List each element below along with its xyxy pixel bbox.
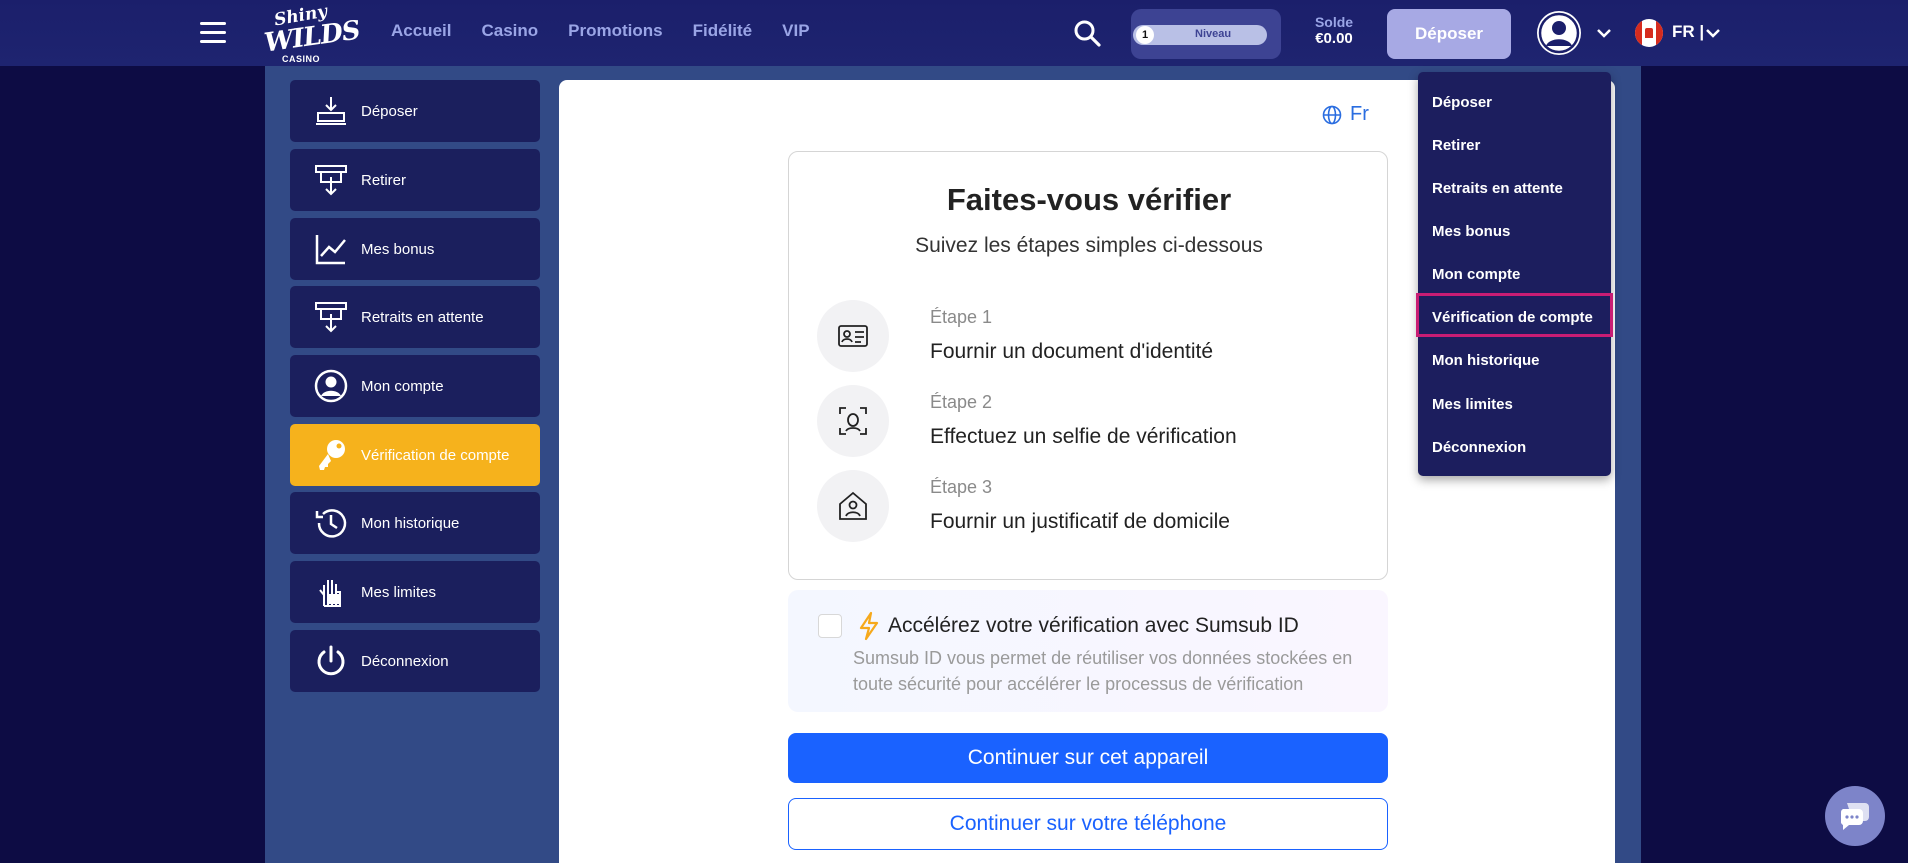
balance-value: €0.00 — [1315, 30, 1353, 47]
step-item: Étape 1 Fournir un document d'identité — [817, 300, 1377, 372]
step-number: Étape 2 — [930, 392, 993, 412]
sidebar-label: Déposer — [361, 103, 418, 120]
sidebar-label: Retirer — [361, 172, 407, 189]
sidebar-label: Vérification de compte — [361, 447, 510, 464]
sidebar-item-mes-bonus[interactable]: Mes bonus — [290, 218, 540, 280]
sidebar-label: Mes limites — [361, 584, 437, 601]
sidebar-item-retraits-en-attente[interactable]: Retraits en attente — [290, 286, 540, 348]
chat-icon — [1840, 803, 1869, 830]
dropdown-item-mes-bonus[interactable]: Mes bonus — [1432, 223, 1510, 240]
verification-steps-card: Faites-vous vérifier Suivez les étapes s… — [788, 151, 1388, 580]
sidebar-item-mon-historique[interactable]: Mon historique — [290, 492, 540, 554]
key-icon — [319, 440, 345, 470]
step-icon-circle — [817, 300, 889, 372]
sidebar-label: Mes bonus — [361, 241, 435, 258]
sumsub-option: Accélérez votre vérification avec Sumsub… — [788, 590, 1388, 712]
language-code[interactable]: FR | — [1672, 22, 1704, 42]
level-number: 1 — [1136, 26, 1154, 44]
sidebar-item-deposer[interactable]: Déposer — [290, 80, 540, 142]
logo-line3: CASINO — [282, 54, 321, 64]
brand-logo[interactable]: Shiny WILDS CASINO — [262, 2, 361, 64]
sidebar-label: Mon historique — [361, 515, 460, 532]
hand-limit-icon — [319, 580, 341, 607]
dropdown-item-deconnexion[interactable]: Déconnexion — [1432, 439, 1526, 456]
step-item: Étape 2 Effectuez un selfie de vérificat… — [817, 385, 1377, 457]
step-number: Étape 3 — [930, 477, 993, 497]
level-label: Niveau — [1195, 28, 1232, 40]
sumsub-title: Accélérez votre vérification avec Sumsub… — [888, 614, 1299, 637]
level-widget[interactable]: 1 Niveau — [1131, 9, 1281, 59]
step-icon-circle — [817, 470, 889, 542]
nav-vip[interactable]: VIP — [782, 21, 809, 41]
verification-language-switch[interactable]: Fr — [1322, 103, 1369, 126]
continue-on-phone-button[interactable]: Continuer sur votre téléphone — [788, 798, 1388, 850]
history-icon — [315, 509, 347, 538]
search-icon[interactable] — [1073, 19, 1101, 47]
step-icon-circle — [817, 385, 889, 457]
sidebar-item-retirer[interactable]: Retirer — [290, 149, 540, 211]
sidebar-label: Déconnexion — [361, 653, 449, 670]
home-user-icon — [839, 491, 867, 520]
dropdown-item-mes-limites[interactable]: Mes limites — [1432, 396, 1513, 413]
header-deposit-button[interactable]: Déposer — [1387, 9, 1511, 59]
lightning-icon — [859, 611, 879, 641]
nav-fidelite[interactable]: Fidélité — [693, 21, 753, 41]
balance-label: Solde — [1314, 14, 1354, 30]
sidebar-item-mon-compte[interactable]: Mon compte — [290, 355, 540, 417]
dropdown-item-retraits-en-attente[interactable]: Retraits en attente — [1432, 180, 1563, 197]
step-text: Effectuez un selfie de vérification — [930, 425, 1237, 448]
balance-display: Solde €0.00 — [1306, 14, 1362, 47]
continue-on-device-button[interactable]: Continuer sur cet appareil — [788, 733, 1388, 783]
menu-icon[interactable] — [200, 22, 226, 44]
verification-language-label: Fr — [1350, 103, 1369, 125]
power-icon — [317, 645, 345, 676]
sumsub-checkbox[interactable] — [818, 614, 842, 638]
top-header: Shiny WILDS CASINO Accueil Casino Promot… — [0, 0, 1908, 66]
sumsub-description: Sumsub ID vous permet de réutiliser vos … — [853, 648, 1353, 694]
canada-flag-icon[interactable] — [1635, 19, 1663, 47]
step-text: Fournir un justificatif de domicile — [930, 510, 1230, 533]
selection-highlight — [1416, 293, 1613, 337]
language-chevron-down-icon[interactable] — [1705, 28, 1721, 38]
step-number: Étape 1 — [930, 307, 993, 327]
sidebar-label: Mon compte — [361, 378, 444, 395]
user-avatar-icon[interactable] — [1535, 9, 1583, 57]
account-chevron-down-icon[interactable] — [1596, 28, 1612, 38]
globe-icon — [1322, 105, 1342, 124]
step-text: Fournir un document d'identité — [930, 340, 1214, 363]
live-chat-button[interactable] — [1825, 786, 1885, 846]
sidebar-item-deconnexion[interactable]: Déconnexion — [290, 630, 540, 692]
face-scan-icon — [839, 407, 867, 435]
level-progress: 1 Niveau — [1133, 25, 1267, 45]
chart-icon — [315, 235, 346, 265]
dropdown-item-retirer[interactable]: Retirer — [1432, 137, 1480, 154]
page-title: Faites-vous vérifier — [946, 182, 1232, 217]
sidebar-label: Retraits en attente — [361, 309, 484, 326]
dropdown-item-mon-compte[interactable]: Mon compte — [1432, 266, 1520, 283]
page-subtitle: Suivez les étapes simples ci-dessous — [915, 234, 1263, 257]
main-nav: Accueil Casino Promotions Fidélité VIP — [391, 21, 840, 41]
withdraw-icon — [315, 165, 347, 196]
nav-casino[interactable]: Casino — [481, 21, 538, 41]
dropdown-item-mon-historique[interactable]: Mon historique — [1432, 352, 1540, 369]
dropdown-item-deposer[interactable]: Déposer — [1432, 94, 1492, 111]
account-icon — [314, 369, 348, 403]
nav-accueil[interactable]: Accueil — [391, 21, 451, 41]
deposit-icon — [316, 97, 346, 125]
nav-promotions[interactable]: Promotions — [568, 21, 662, 41]
step-item: Étape 3 Fournir un justificatif de domic… — [817, 470, 1377, 542]
sidebar-item-mes-limites[interactable]: Mes limites — [290, 561, 540, 623]
id-card-icon — [838, 325, 868, 347]
sidebar-item-verification-de-compte[interactable]: Vérification de compte — [290, 424, 540, 486]
pending-withdraw-icon — [315, 302, 347, 333]
